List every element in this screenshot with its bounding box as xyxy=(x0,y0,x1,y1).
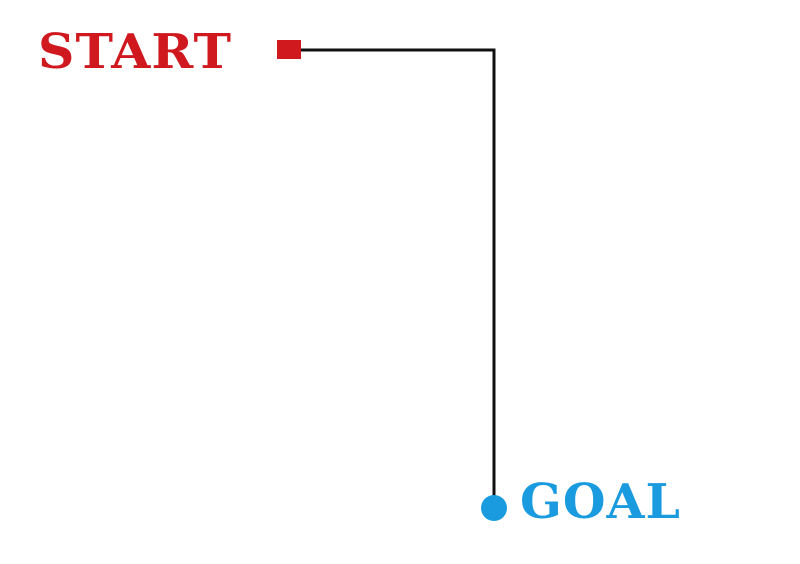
goal-label: GOAL xyxy=(520,474,681,530)
start-square-marker xyxy=(277,40,301,59)
start-label: START xyxy=(38,24,233,80)
goal-dot-marker xyxy=(481,495,507,521)
path-line xyxy=(300,48,496,500)
